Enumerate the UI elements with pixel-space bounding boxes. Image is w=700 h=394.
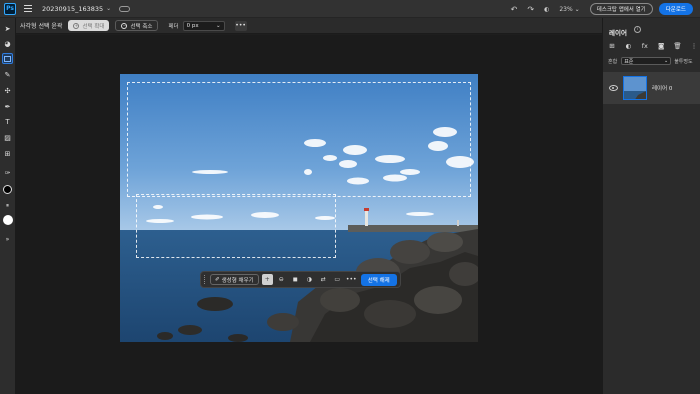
feather-value: 0 px — [186, 22, 199, 29]
marquee-tool-icon[interactable] — [2, 53, 13, 64]
info-icon[interactable]: i — [634, 26, 641, 33]
eye-icon[interactable] — [609, 85, 618, 91]
more-options-button[interactable]: ••• — [234, 20, 247, 31]
plus-icon: + — [73, 22, 80, 29]
chevron-down-icon: ⌄ — [664, 58, 669, 64]
healing-tool-icon[interactable]: ✣ — [2, 85, 13, 96]
deselect-button[interactable]: 선택 해제 — [360, 273, 397, 286]
stamp-tool-icon[interactable]: ⊞ — [2, 148, 13, 159]
cloud-icon — [119, 5, 131, 12]
add-selection-icon[interactable]: + — [261, 274, 273, 285]
transform-icon[interactable]: ▭ — [332, 274, 343, 285]
brush-tool-icon[interactable]: ✎ — [2, 69, 13, 80]
options-bar: 사각형 선택 윤곽 + 선택 확대 − 선택 축소 페더 0 px ⌄ ••• … — [0, 18, 700, 34]
feather-input[interactable]: 0 px ⌄ — [182, 20, 225, 31]
layers-panel: 레이어 i ⊞ ◐ fx ◙ 🗑 ⋮ 혼합 표준 ⌄ 불투명도 레이어 0 — [602, 18, 700, 394]
blend-mode-value: 표준 — [624, 58, 634, 65]
subtract-selection-icon[interactable]: ⊖ — [276, 274, 287, 285]
adjustment-layer-icon[interactable]: ◐ — [623, 41, 633, 51]
selection-marquee[interactable] — [127, 82, 471, 197]
redo-icon[interactable]: ↷ — [527, 5, 534, 14]
undo-icon[interactable]: ↶ — [511, 5, 518, 14]
layer-name: 레이어 0 — [652, 86, 673, 92]
layer-row[interactable]: 레이어 0 — [603, 72, 700, 104]
selection-marquee[interactable] — [136, 194, 336, 258]
canvas-image[interactable] — [120, 74, 478, 342]
blend-mode-label: 혼합 — [608, 58, 618, 65]
contextual-taskbar: ✐ 생성형 채우기 + ⊖ ◼ ◑ ⇄ ▭ ••• 선택 해제 — [200, 271, 401, 288]
swap-icon[interactable]: ⏸ — [2, 200, 13, 211]
open-in-desktop-button[interactable]: 데스크탑 앱에서 열기 — [589, 3, 653, 15]
effects-icon[interactable]: fx — [640, 41, 650, 51]
tool-label: 사각형 선택 윤곽 — [20, 23, 63, 30]
adjustment-icon[interactable]: ◑ — [304, 274, 315, 285]
drag-handle[interactable] — [204, 275, 206, 284]
shrink-selection-button[interactable]: − 선택 축소 — [115, 20, 159, 31]
mask-icon[interactable]: ◼ — [290, 274, 301, 285]
delete-icon[interactable]: 🗑 — [673, 41, 683, 51]
move-tool-icon[interactable]: ➤ — [2, 23, 13, 34]
invert-selection-icon[interactable]: ⇄ — [318, 274, 329, 285]
generative-fill-button[interactable]: ✐ 생성형 채우기 — [210, 274, 259, 285]
opacity-label[interactable]: 불투명도 — [674, 58, 692, 65]
mask-icon[interactable]: ◙ — [656, 41, 666, 51]
document-title[interactable]: 20230915_163835 — [42, 5, 103, 13]
add-layer-icon[interactable]: ⊞ — [607, 41, 617, 51]
panel-title: 레이어 — [609, 29, 627, 37]
background-color[interactable] — [2, 214, 13, 225]
type-tool-icon[interactable]: T — [2, 116, 13, 127]
chevron-down-icon: ⌄ — [215, 22, 221, 29]
more-icon[interactable]: ••• — [346, 274, 357, 285]
more-options-icon[interactable]: ⋮ — [689, 41, 699, 51]
photoshop-logo[interactable]: Ps — [4, 2, 16, 15]
expand-selection-label: 선택 확대 — [82, 23, 105, 30]
top-bar: Ps 20230915_163835 ⌄ ↶ ↷ ◐ 23% ⌄ 데스크탑 앱에… — [0, 0, 700, 18]
eyedropper-tool-icon[interactable]: ✑ — [2, 167, 13, 178]
expand-icon[interactable]: » — [2, 234, 13, 245]
pen-tool-icon[interactable]: ✒ — [2, 101, 13, 112]
chevron-down-icon[interactable]: ⌄ — [575, 6, 580, 13]
crop-tool-icon[interactable]: ▨ — [2, 132, 13, 143]
foreground-color[interactable] — [2, 184, 13, 195]
download-button[interactable]: 다운로드 — [658, 3, 693, 15]
chevron-down-icon[interactable]: ⌄ — [106, 5, 111, 12]
zoom-level[interactable]: 23% — [559, 6, 572, 13]
lasso-tool-icon[interactable]: ◕ — [2, 38, 13, 49]
minus-icon: − — [121, 22, 128, 29]
menu-icon[interactable] — [24, 5, 32, 12]
generative-fill-icon: ✐ — [215, 276, 220, 283]
feather-label: 페더 — [168, 23, 179, 30]
layer-thumbnail — [623, 76, 647, 100]
blend-mode-select[interactable]: 표준 ⌄ — [621, 57, 672, 65]
generative-fill-label: 생성형 채우기 — [221, 277, 254, 284]
tool-bar: ➤ ◕ ✎ ✣ ✒ T ▨ ⊞ ✑ ⏸ » — [0, 18, 16, 394]
shrink-selection-label: 선택 축소 — [130, 23, 153, 30]
expand-selection-button[interactable]: + 선택 확대 — [68, 20, 110, 31]
zoom-icon[interactable]: ◐ — [544, 6, 549, 13]
